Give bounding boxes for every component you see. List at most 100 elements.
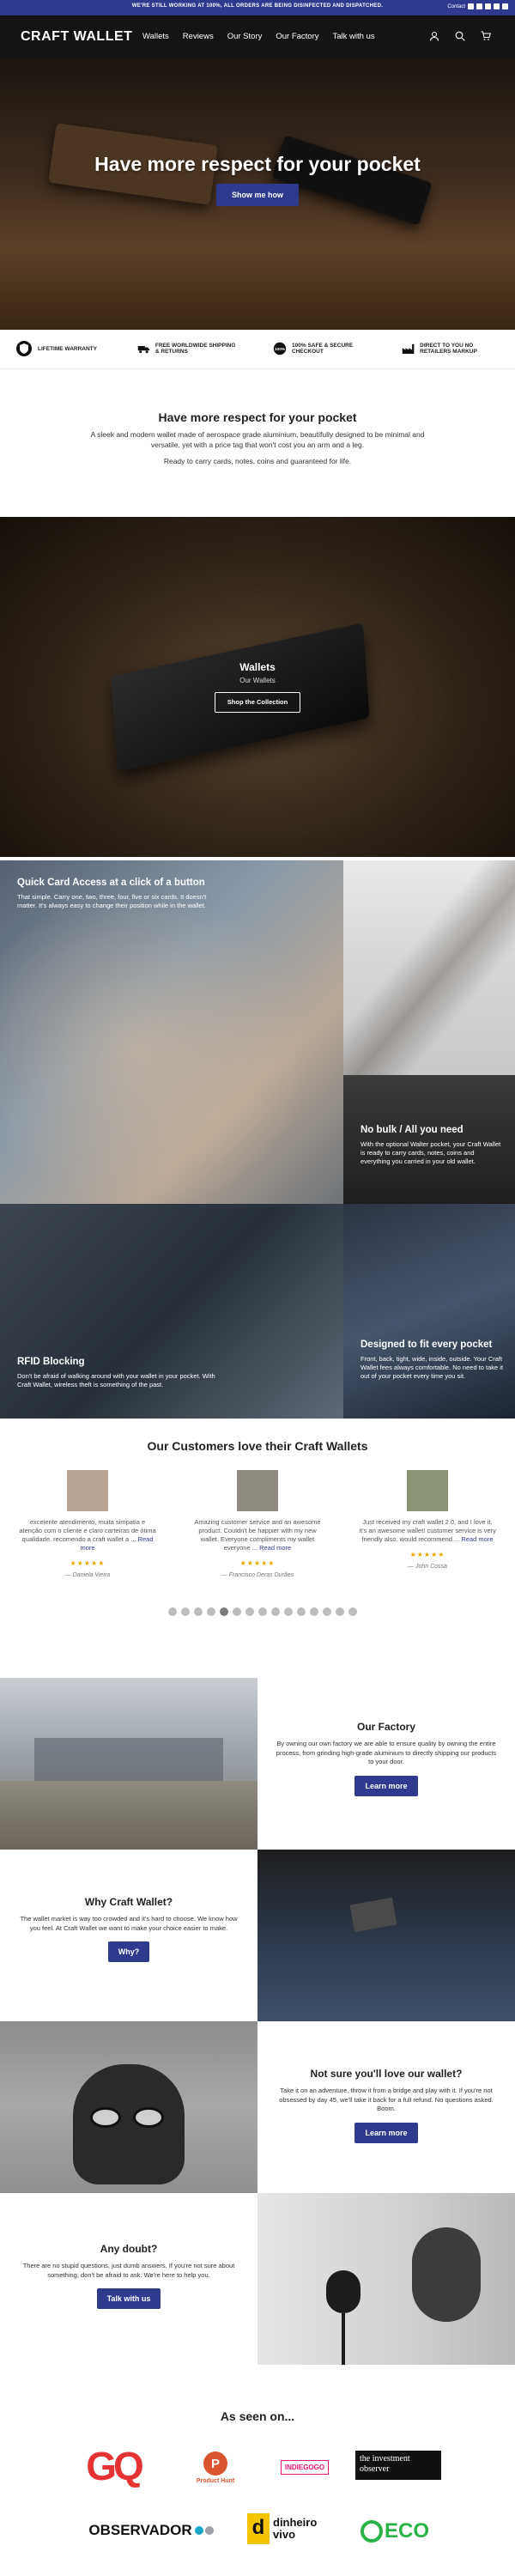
hero-aluminium-wallet-image — [271, 135, 433, 226]
review-carousel-dots — [168, 1607, 357, 1616]
avatar — [237, 1470, 278, 1511]
why-text: The wallet market is way too crowded and… — [20, 1915, 238, 1932]
hero-title: Have more respect for your pocket — [94, 153, 421, 175]
intro-text: A sleek and modern wallet made of aerosp… — [90, 430, 425, 449]
nav-our-factory[interactable]: Our Factory — [276, 32, 318, 41]
announcement-bar: WE'RE STILL WORKING AT 100%, ALL ORDERS … — [0, 0, 515, 15]
truck-icon — [137, 346, 150, 354]
carousel-dot[interactable] — [336, 1607, 344, 1616]
carousel-dot[interactable] — [168, 1607, 177, 1616]
feature-item: LIFETIME WARRANTY — [15, 340, 97, 357]
nav-reviews[interactable]: Reviews — [183, 32, 214, 41]
rating-stars: ★★★★★ — [409, 1551, 445, 1558]
not-sure-section: Not sure you'll love our wallet? Take it… — [275, 2068, 498, 2143]
designed-text: Front, back, tight, wide, inside, outsid… — [360, 1355, 504, 1380]
carousel-dot[interactable] — [323, 1607, 331, 1616]
carousel-dot[interactable] — [284, 1607, 293, 1616]
feature-label: LIFETIME WARRANTY — [38, 345, 97, 352]
gq-logo: GQ — [86, 2444, 144, 2488]
instagram-icon[interactable] — [494, 3, 500, 9]
carousel-dot[interactable] — [220, 1607, 228, 1616]
review-card: Just received my craft wallet 2.0, and I… — [359, 1470, 496, 1570]
review-card: Amazing customer service and an awesome … — [189, 1470, 326, 1578]
email-icon[interactable] — [502, 3, 508, 9]
site-logo[interactable]: CRAFT WALLET — [21, 29, 132, 45]
avatar — [67, 1470, 108, 1511]
carousel-dot[interactable] — [233, 1607, 241, 1616]
rating-stars: ★★★★★ — [239, 1559, 276, 1567]
carousel-dot[interactable] — [297, 1607, 306, 1616]
read-more-link[interactable]: ... Read more — [252, 1544, 291, 1552]
quick-card-access-tile: Quick Card Access at a click of a button… — [0, 860, 343, 1204]
site-header: CRAFT WALLET Wallets Reviews Our Story O… — [0, 15, 515, 57]
cart-icon[interactable] — [481, 31, 491, 41]
facebook-icon[interactable] — [468, 3, 474, 9]
show-me-how-button[interactable]: Show me how — [216, 184, 299, 206]
feature-item: DIRECT TO YOU NO RETAILERS MARKUP — [402, 340, 505, 357]
factory-section: Our Factory By owning our own factory we… — [275, 1721, 498, 1796]
pinterest-icon[interactable] — [485, 3, 491, 9]
factory-learn-more-button[interactable]: Learn more — [354, 1775, 418, 1796]
feature-item: FREE WORLDWIDE SHIPPING & RETURNS — [137, 340, 240, 357]
review-text: Amazing customer service and an awesome … — [189, 1518, 326, 1552]
collection-subtitle: Our Wallets — [239, 677, 276, 684]
doubt-text: There are no stupid questions, just dumb… — [22, 2262, 235, 2279]
talk-with-us-button[interactable]: Talk with us — [96, 2288, 161, 2309]
why-section: Why Craft Wallet? The wallet market is w… — [17, 1896, 240, 1962]
carousel-dot[interactable] — [245, 1607, 254, 1616]
dog-image — [0, 2021, 258, 2193]
no-bulk-text: With the optional Walter pocket, your Cr… — [360, 1140, 501, 1165]
eco-logo: ECO — [350, 2514, 439, 2549]
carousel-dot[interactable] — [258, 1607, 267, 1616]
dinheiro-vivo-logo: d dinheiro vivo — [245, 2509, 324, 2549]
rfid-blocking-tile: RFID Blocking Don't be afraid of walking… — [0, 1204, 343, 1419]
quick-card-photo — [0, 860, 343, 1204]
product-hunt-logo: P Product Hunt — [185, 2444, 245, 2492]
shield-icon — [16, 341, 32, 356]
not-sure-learn-more-button[interactable]: Learn more — [354, 2122, 418, 2143]
intro-subtext: Ready to carry cards, notes, coins and g… — [163, 457, 352, 465]
review-text: excelente atendimento, muita simpatia e … — [19, 1518, 156, 1552]
reviews-title: Our Customers love their Craft Wallets — [147, 1439, 368, 1453]
contact-link[interactable]: Contact — [447, 4, 465, 9]
carousel-dot[interactable] — [348, 1607, 357, 1616]
svg-text:P: P — [211, 2457, 220, 2471]
no-bulk-tile: No bulk / All you need With the optional… — [343, 1075, 515, 1204]
carousel-dot[interactable] — [271, 1607, 280, 1616]
carousel-dot[interactable] — [194, 1607, 203, 1616]
review-author: — Daniela Vieira — [64, 1572, 111, 1578]
rfid-text: Don't be afraid of walking around with y… — [17, 1372, 215, 1388]
quick-card-title: Quick Card Access at a click of a button — [17, 878, 205, 888]
collection-banner: Wallets Our Wallets Shop the Collection — [0, 517, 515, 857]
why-button[interactable]: Why? — [107, 1941, 150, 1962]
avatar — [407, 1470, 448, 1511]
doubt-section: Any doubt? There are no stupid questions… — [17, 2243, 240, 2309]
announcement-links: Contact — [447, 3, 508, 9]
carousel-dot[interactable] — [310, 1607, 318, 1616]
shop-collection-button[interactable]: Shop the Collection — [215, 692, 300, 713]
read-more-link[interactable]: ... Read more — [454, 1535, 493, 1543]
feature-label: 100% SAFE & SECURE CHECKOUT — [292, 343, 354, 355]
twitter-icon[interactable] — [476, 3, 482, 9]
pen-tile — [343, 860, 515, 1075]
intro-title: Have more respect for your pocket — [158, 410, 357, 424]
doubt-title: Any doubt? — [100, 2243, 158, 2255]
nav-our-story[interactable]: Our Story — [227, 32, 263, 41]
quick-card-text: That simple. Carry one, two, three, four… — [17, 893, 207, 909]
designed-title: Designed to fit every pocket — [360, 1340, 493, 1350]
not-sure-text: Take it on an adventure, throw it from a… — [279, 2087, 494, 2112]
search-icon[interactable] — [455, 31, 465, 41]
collection-title: Wallets — [239, 661, 276, 673]
as-seen-on-title: As seen on... — [220, 2409, 295, 2423]
review-author: — Francisco Deras Durães — [221, 1572, 294, 1578]
feature-label: DIRECT TO YOU NO RETAILERS MARKUP — [420, 343, 477, 355]
indiegogo-logo: INDIEGOGO — [276, 2454, 333, 2480]
why-title: Why Craft Wallet? — [84, 1896, 173, 1908]
nav-talk-with-us[interactable]: Talk with us — [333, 32, 375, 41]
carousel-dot[interactable] — [207, 1607, 215, 1616]
feature-item: 100% 100% SAFE & SECURE CHECKOUT — [273, 340, 367, 357]
features-bar: LIFETIME WARRANTY FREE WORLDWIDE SHIPPIN… — [0, 330, 515, 369]
nav-wallets[interactable]: Wallets — [142, 32, 169, 41]
carousel-dot[interactable] — [181, 1607, 190, 1616]
account-icon[interactable] — [429, 31, 439, 41]
